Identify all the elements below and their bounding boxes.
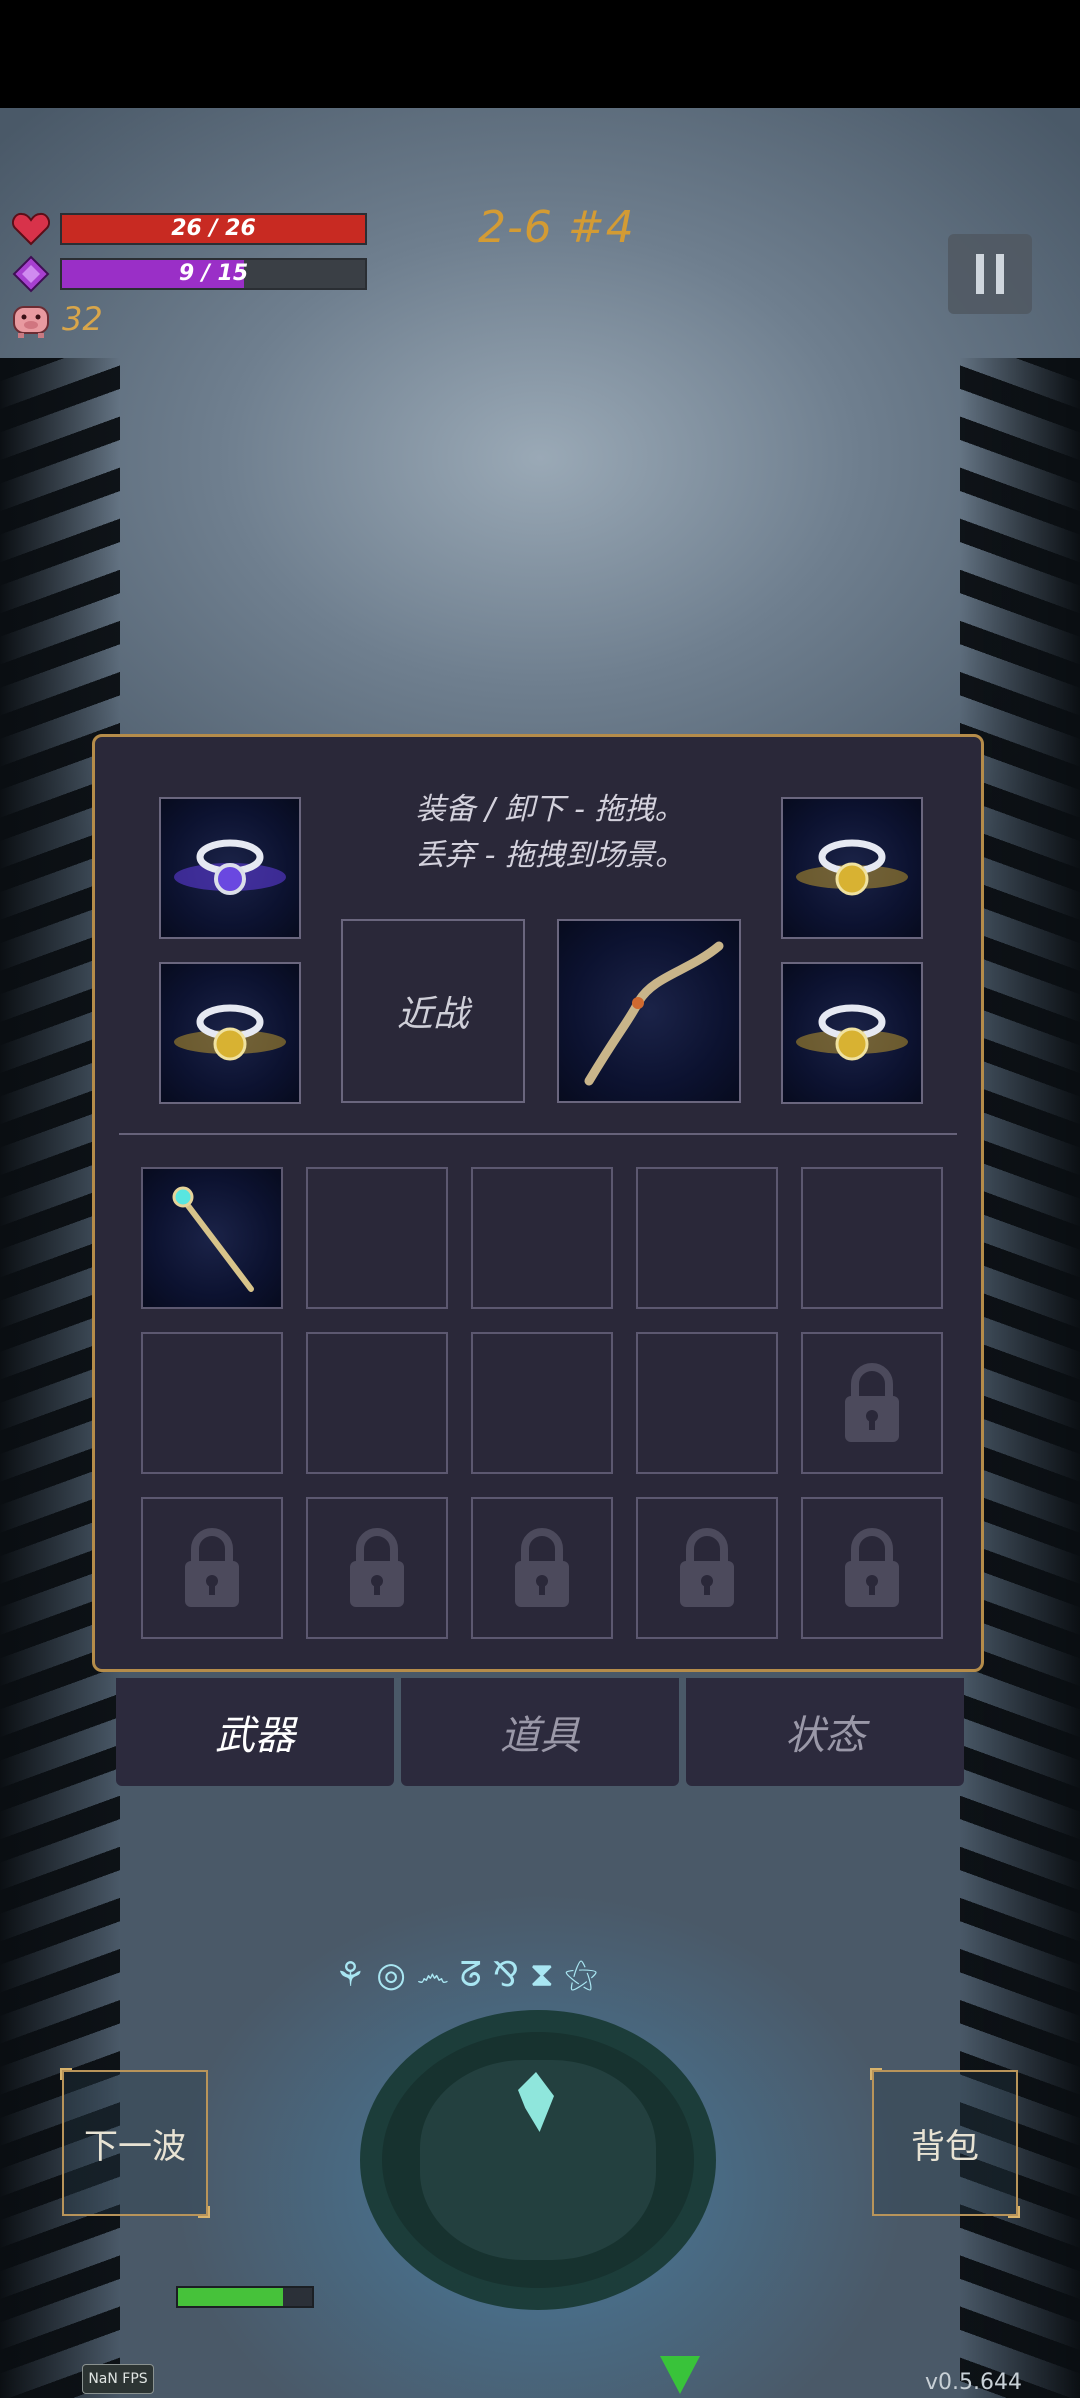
ranged-weapon-slot[interactable] xyxy=(557,919,741,1103)
inventory-panel: 装备 / 卸下 - 拖拽。 丢弃 - 拖拽到场景。 近战 xyxy=(92,734,984,1672)
lock-icon xyxy=(515,1528,569,1607)
inventory-slot-locked xyxy=(471,1497,613,1639)
ring-gold-icon xyxy=(796,1004,908,1061)
inventory-slot[interactable] xyxy=(471,1332,613,1474)
pause-icon xyxy=(976,254,984,294)
inventory-slot-locked xyxy=(801,1332,943,1474)
mp-text: 9 / 15 xyxy=(178,261,249,286)
mp-row: 9 / 15 xyxy=(10,253,367,295)
bow-icon xyxy=(584,941,724,1086)
equip-slot-ring-3[interactable] xyxy=(781,797,923,939)
inventory-slot[interactable] xyxy=(306,1332,448,1474)
lock-icon xyxy=(845,1528,899,1607)
lock-icon xyxy=(845,1363,899,1442)
inventory-slot[interactable] xyxy=(141,1167,283,1309)
inventory-slot[interactable] xyxy=(471,1167,613,1309)
hint-line-discard: 丢弃 - 拖拽到场景。 xyxy=(415,838,685,873)
inventory-slot[interactable] xyxy=(636,1332,778,1474)
hint-line-equip: 装备 / 卸下 - 拖拽。 xyxy=(415,792,685,827)
direction-arrow-icon xyxy=(660,2356,700,2394)
hp-bar: 26 / 26 xyxy=(60,213,367,245)
heart-icon xyxy=(10,208,52,250)
fps-counter: NaN FPS xyxy=(82,2364,154,2394)
tab-status[interactable]: 状态 xyxy=(686,1678,964,1786)
lock-icon xyxy=(680,1528,734,1607)
panel-divider xyxy=(119,1133,957,1135)
staff-icon xyxy=(172,1186,254,1292)
equip-slot-ring-4[interactable] xyxy=(781,962,923,1104)
inventory-slot[interactable] xyxy=(141,1332,283,1474)
mana-diamond-icon xyxy=(10,253,52,295)
coin-row: 32 xyxy=(10,298,103,340)
unit-health-bar xyxy=(176,2286,314,2308)
inventory-slot-locked xyxy=(801,1497,943,1639)
mp-bar: 9 / 15 xyxy=(60,258,367,290)
tab-items[interactable]: 道具 xyxy=(401,1678,679,1786)
coin-count: 32 xyxy=(62,300,103,338)
equip-slot-ring-1[interactable] xyxy=(159,797,301,939)
lock-icon xyxy=(185,1528,239,1607)
inventory-slot[interactable] xyxy=(636,1167,778,1309)
hp-text: 26 / 26 xyxy=(171,216,256,241)
backpack-button[interactable]: 背包 xyxy=(870,2068,1020,2218)
tab-weapons[interactable]: 武器 xyxy=(116,1678,394,1786)
next-wave-button[interactable]: 下一波 xyxy=(60,2068,210,2218)
ring-purple-icon xyxy=(174,839,286,895)
hp-row: 26 / 26 xyxy=(10,208,367,250)
ring-gold-icon xyxy=(174,1004,286,1061)
inventory-slot[interactable] xyxy=(306,1167,448,1309)
inventory-slot-locked xyxy=(141,1497,283,1639)
pause-button[interactable] xyxy=(948,234,1032,314)
lock-icon xyxy=(350,1528,404,1607)
piggy-bank-icon xyxy=(10,298,52,340)
ring-gold-icon xyxy=(796,839,908,896)
stage-label: 2-6 #4 xyxy=(478,202,635,253)
inventory-slot[interactable] xyxy=(801,1167,943,1309)
rune-ring-decoration: ⚘ ◎ ෴ ᘔ ⅋ ⧗ ⚝ xyxy=(335,1955,598,1995)
inventory-slot-locked xyxy=(636,1497,778,1639)
inventory-hint: 装备 / 卸下 - 拖拽。 丢弃 - 拖拽到场景。 xyxy=(385,787,715,879)
melee-weapon-slot[interactable]: 近战 xyxy=(341,919,525,1103)
melee-slot-label: 近战 xyxy=(396,994,469,1035)
version-label: v0.5.644 xyxy=(925,2370,1022,2395)
inventory-slot-locked xyxy=(306,1497,448,1639)
equip-slot-ring-2[interactable] xyxy=(159,962,301,1104)
